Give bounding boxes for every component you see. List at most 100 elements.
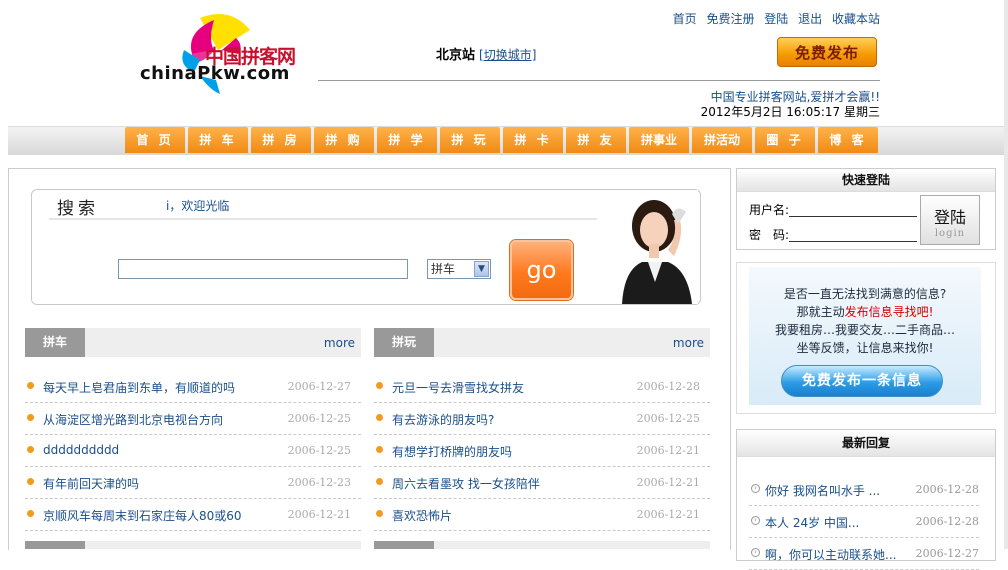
section-play-more-link[interactable]: more [673, 336, 704, 350]
list-item-title[interactable]: 京顺风车每周末到石家庄每人80或60 [43, 507, 242, 524]
nav-house[interactable]: 拼 房 [251, 127, 311, 153]
list-item-title[interactable]: 喜欢恐怖片 [392, 507, 452, 524]
list-item-title[interactable]: dddddddddd [43, 443, 119, 457]
publish-info-panel: 是否一直无法找到满意的信息? 那就主动发布信息寻找吧! 我要租房…我要交友…二手… [749, 267, 981, 405]
list-item-date: 2006-12-21 [636, 508, 700, 521]
section-carpool-list: 每天早上皂君庙到东单，有顺道的吗 2006-12-27 从海淀区增光路到北京电视台… [25, 371, 361, 531]
top-link-login[interactable]: 登陆 [764, 12, 788, 26]
nav-card[interactable]: 拼 卡 [503, 127, 563, 153]
list-item[interactable]: › 啊，你可以主动联系她... 2006-12-27 [749, 538, 979, 570]
list-item[interactable]: 有想学打桥牌的朋友吗 2006-12-21 [374, 435, 710, 467]
bullet-icon [27, 510, 34, 517]
publish-info-box: 是否一直无法找到满意的信息? 那就主动发布信息寻找吧! 我要租房…我要交友…二手… [736, 262, 996, 414]
info-line-2-text: 那就主动 [796, 305, 845, 319]
free-publish-info-button[interactable]: 免费发布一条信息 [781, 365, 943, 397]
reply-date: 2006-12-28 [915, 515, 979, 528]
nav-play[interactable]: 拼 玩 [440, 127, 500, 153]
list-item-date: 2006-12-28 [636, 380, 700, 393]
section-carpool-tab[interactable]: 拼车 [25, 328, 85, 357]
bullet-icon [27, 478, 34, 485]
list-item-date: 2006-12-25 [636, 412, 700, 425]
next-section-tab-2 [374, 541, 434, 549]
list-item-title[interactable]: 有去游泳的朋友吗? [392, 411, 494, 428]
list-item[interactable]: 喜欢恐怖片 2006-12-21 [374, 499, 710, 531]
section-carpool: 拼车 more 每天早上皂君庙到东单，有顺道的吗 2006-12-27 从海淀区增… [25, 328, 361, 531]
search-input[interactable] [118, 259, 408, 279]
list-item[interactable]: 元旦一号去滑雪找女拼友 2006-12-28 [374, 371, 710, 403]
reply-title[interactable]: 你好 我网名叫水手 ... [765, 482, 880, 499]
list-item[interactable]: 有年前回天津的吗 2006-12-23 [25, 467, 361, 499]
logo-text-en: chinaPkw.com [140, 63, 290, 84]
next-section-header [85, 541, 361, 549]
nav-carpool[interactable]: 拼 车 [188, 127, 248, 153]
list-item[interactable]: 有去游泳的朋友吗? 2006-12-25 [374, 403, 710, 435]
list-item[interactable]: › 本人 24岁 中国... 2006-12-28 [749, 506, 979, 538]
latest-replies-title: 最新回复 [737, 430, 995, 457]
bullet-icon [27, 414, 34, 421]
section-play-header: 拼玩 more [374, 328, 710, 357]
nav-business[interactable]: 拼事业 [629, 127, 689, 153]
free-publish-button[interactable]: 免费发布 [777, 37, 877, 67]
quick-login-title: 快速登陆 [737, 169, 995, 192]
list-item[interactable]: 每天早上皂君庙到东单，有顺道的吗 2006-12-27 [25, 371, 361, 403]
nav-circle[interactable]: 圈 子 [755, 127, 815, 153]
login-button-label: 登陆 [933, 208, 966, 227]
list-item-title[interactable]: 有年前回天津的吗 [43, 475, 139, 492]
search-panel [31, 189, 701, 305]
welcome-text: i，欢迎光临 [166, 199, 230, 213]
section-play-tab[interactable]: 拼玩 [374, 328, 434, 357]
arrow-circle-icon: › [751, 516, 760, 525]
top-link-home[interactable]: 首页 [673, 12, 697, 26]
password-input[interactable] [789, 241, 917, 242]
nav-activity[interactable]: 拼活动 [692, 127, 752, 153]
switch-city-link[interactable]: [切换城市] [479, 48, 536, 62]
list-item[interactable]: 从海淀区增光路到北京电视台方向 2006-12-25 [25, 403, 361, 435]
list-item[interactable]: › 你好 我网名叫水手 ... 2006-12-28 [749, 474, 979, 506]
quick-login-box: 快速登陆 用户名: 密 码: 登陆 login [736, 168, 996, 250]
list-item-title[interactable]: 元旦一号去滑雪找女拼友 [392, 379, 524, 396]
login-button[interactable]: 登陆 login [920, 195, 980, 245]
vertical-scrollbar[interactable] [1004, 0, 1008, 549]
search-divider [49, 218, 597, 220]
list-item-date: 2006-12-21 [287, 508, 351, 521]
list-item[interactable]: 周六去看墨攻 找一女孩陪伴 2006-12-21 [374, 467, 710, 499]
nav-study[interactable]: 拼 学 [377, 127, 437, 153]
password-label: 密 码: [749, 228, 790, 242]
bullet-icon [376, 382, 383, 389]
category-select[interactable]: 拼车 ▼ [427, 259, 491, 279]
top-link-logout[interactable]: 退出 [798, 12, 822, 26]
list-item-date: 2006-12-21 [636, 476, 700, 489]
chevron-down-icon[interactable]: ▼ [474, 261, 489, 277]
current-datetime: 2012年5月2日 16:05:17 星期三 [700, 105, 880, 119]
nav-friend[interactable]: 拼 友 [566, 127, 626, 153]
go-button[interactable]: go [510, 240, 573, 300]
list-item[interactable]: dddddddddd 2006-12-25 [25, 435, 361, 467]
top-link-register[interactable]: 免费注册 [706, 12, 754, 26]
top-links: 首页 免费注册 登陆 退出 收藏本站 [669, 10, 880, 27]
username-input[interactable] [789, 216, 917, 217]
bullet-icon [376, 478, 383, 485]
search-label: 搜索 [57, 199, 99, 219]
list-item-title[interactable]: 每天早上皂君庙到东单，有顺道的吗 [43, 379, 235, 396]
top-link-bookmark[interactable]: 收藏本站 [832, 12, 880, 26]
main-nav: 首 页 拼 车 拼 房 拼 购 拼 学 拼 玩 拼 卡 拼 友 拼事业 拼活动 … [8, 126, 1008, 155]
nav-blog[interactable]: 博 客 [818, 127, 878, 153]
bullet-icon [27, 382, 34, 389]
section-play: 拼玩 more 元旦一号去滑雪找女拼友 2006-12-28 有去游泳的朋友吗? 2… [374, 328, 710, 531]
nav-buy[interactable]: 拼 购 [314, 127, 374, 153]
next-section-tab [25, 541, 85, 549]
list-item-title[interactable]: 周六去看墨攻 找一女孩陪伴 [392, 475, 540, 492]
arrow-circle-icon: › [751, 548, 760, 557]
list-item-date: 2006-12-25 [287, 412, 351, 425]
list-item[interactable]: 京顺风车每周末到石家庄每人80或60 2006-12-21 [25, 499, 361, 531]
next-section-header-2 [434, 541, 710, 549]
list-item-title[interactable]: 从海淀区增光路到北京电视台方向 [43, 411, 223, 428]
section-carpool-more-link[interactable]: more [324, 336, 355, 350]
list-item-title[interactable]: 有想学打桥牌的朋友吗 [392, 443, 512, 460]
arrow-circle-icon: › [751, 484, 760, 493]
nav-home[interactable]: 首 页 [125, 127, 185, 153]
header-divider [318, 80, 880, 81]
info-line-3: 我要租房…我要交友…二手商品… [774, 323, 955, 337]
reply-title[interactable]: 本人 24岁 中国... [765, 514, 859, 531]
bullet-icon [376, 510, 383, 517]
